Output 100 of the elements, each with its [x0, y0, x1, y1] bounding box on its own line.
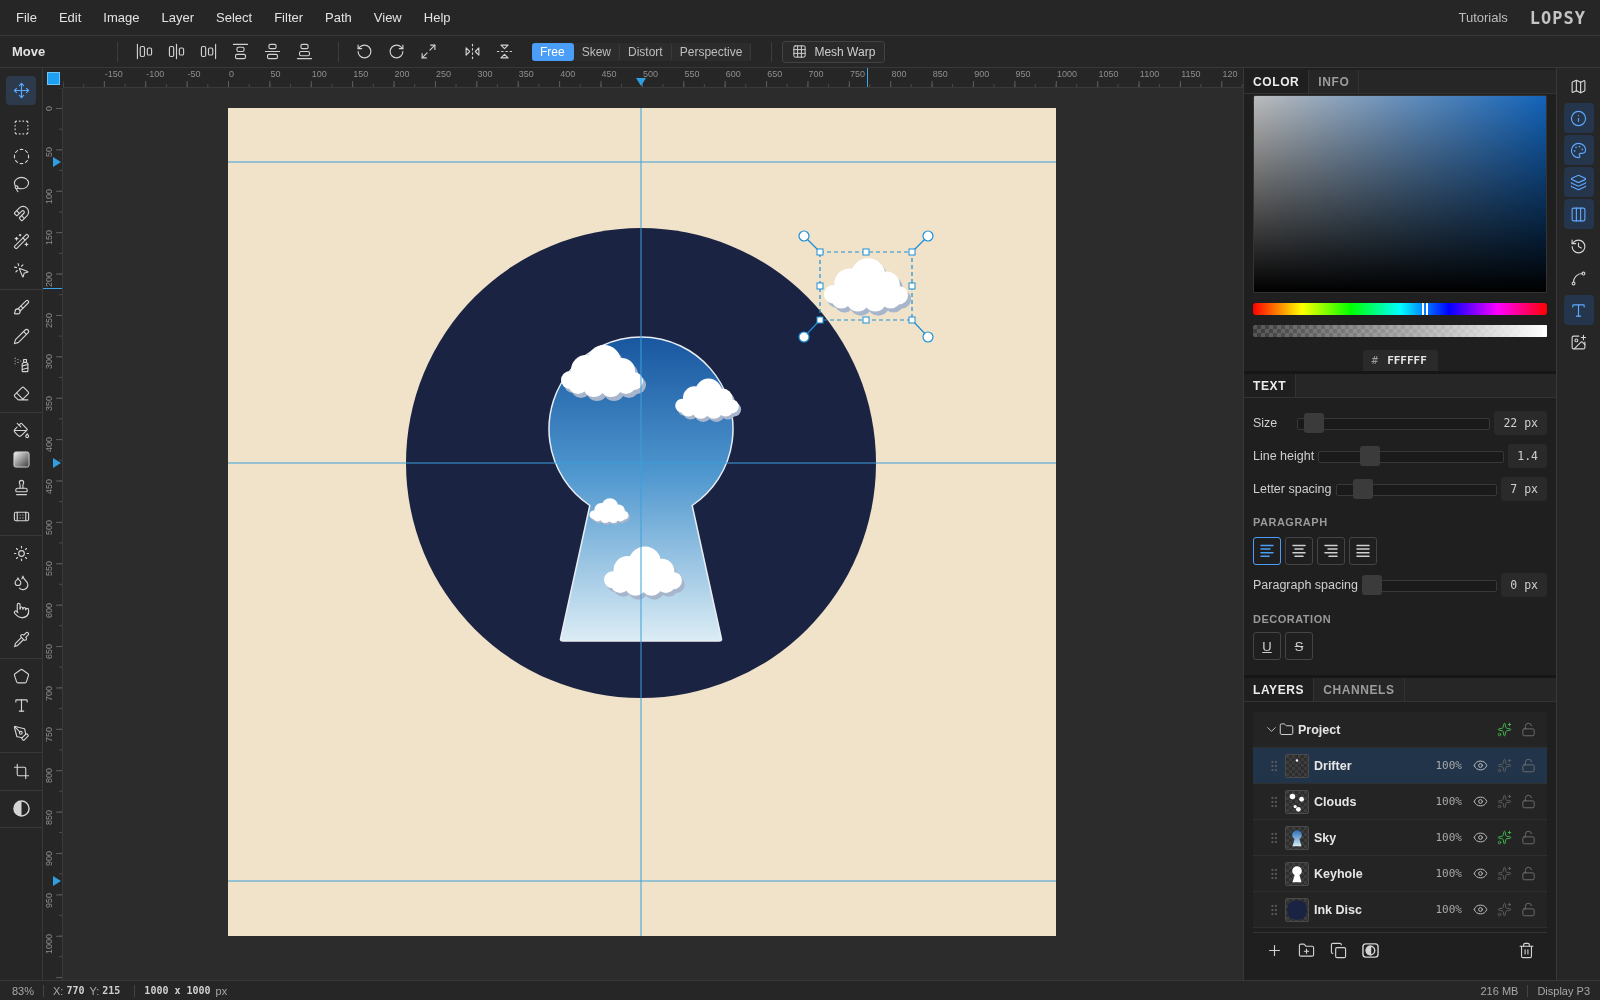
layer-opacity: 100%	[1435, 831, 1462, 844]
panel-tab[interactable]: TEXT	[1244, 374, 1297, 397]
ruler-number: 850	[932, 69, 948, 80]
panel-tab[interactable]: COLOR	[1244, 70, 1310, 93]
layer-thumbnail-icon	[1285, 789, 1309, 814]
sun-icon	[12, 545, 30, 563]
menu-item[interactable]: Image	[103, 7, 140, 28]
mode-tab[interactable]: Perspective	[671, 42, 752, 61]
slider-track[interactable]	[1361, 575, 1498, 595]
setting-label: Line height	[1253, 449, 1315, 463]
layer-row[interactable]: Ink Disc 100%	[1253, 892, 1547, 928]
slider-thumb[interactable]	[1352, 479, 1373, 499]
transform-box[interactable]	[798, 230, 934, 343]
eraser-icon	[12, 384, 30, 402]
alignment-button[interactable]	[1349, 537, 1377, 565]
menu-item[interactable]: Filter	[274, 7, 304, 28]
slider-track[interactable]	[1297, 413, 1491, 433]
hex-field[interactable]: # FFFFFF	[1362, 350, 1438, 371]
menu-item[interactable]: Path	[325, 7, 352, 28]
ruler-number: 750	[44, 727, 55, 743]
menu-item[interactable]: Edit	[58, 7, 82, 28]
alignment-button[interactable]	[1317, 537, 1345, 565]
open-lock-icon	[1520, 722, 1536, 737]
hue-thumb[interactable]	[1421, 303, 1428, 315]
value-field[interactable]: 1.4	[1508, 444, 1547, 468]
move-icon	[12, 81, 30, 99]
alpha-slider[interactable]	[1253, 325, 1547, 337]
panel-toggle[interactable]	[1563, 103, 1594, 133]
slider-track[interactable]	[1335, 479, 1498, 499]
panel-tab[interactable]: INFO	[1309, 70, 1360, 93]
paint-bucket-icon	[12, 422, 30, 440]
guide-marker-icon[interactable]	[53, 458, 61, 468]
tutorials-link[interactable]: Tutorials	[1458, 10, 1508, 25]
menu-item[interactable]: View	[373, 7, 402, 28]
justify-text-icon	[1355, 544, 1371, 558]
menu-item[interactable]: Layer	[161, 7, 195, 28]
layer-row[interactable]: Clouds 100%	[1253, 784, 1547, 820]
alignment-button[interactable]	[1285, 537, 1313, 565]
hex-value: FFFFFF	[1387, 354, 1427, 367]
color-field[interactable]	[1253, 95, 1547, 293]
layer-thumbnail-icon	[1285, 897, 1309, 922]
menu-item[interactable]: Select	[216, 7, 253, 28]
hue-slider[interactable]	[1253, 303, 1547, 315]
panel-toggle[interactable]	[1563, 167, 1594, 197]
menu-item[interactable]: Help	[423, 7, 451, 28]
stamp-icon	[12, 479, 30, 497]
mesh-warp-button[interactable]: Mesh Warp	[782, 40, 886, 63]
align-top-icon	[231, 43, 249, 60]
menu-item[interactable]: File	[16, 7, 37, 28]
value-field[interactable]: 0 px	[1501, 573, 1547, 597]
tool-button[interactable]	[6, 76, 36, 105]
canvas-dimensions: 1000 x 1000	[144, 985, 211, 996]
slider-thumb[interactable]	[1359, 446, 1380, 466]
layer-name: Sky	[1314, 830, 1338, 845]
eye-icon	[1472, 758, 1488, 773]
slider-thumb[interactable]	[1361, 575, 1382, 595]
magic-wand-icon	[12, 233, 30, 251]
guide-line[interactable]	[227, 462, 1057, 464]
mode-tab[interactable]: Distort	[620, 42, 672, 61]
ruler-number: 450	[44, 478, 55, 494]
value-field[interactable]: 22 px	[1494, 411, 1547, 435]
ruler-number: 450	[601, 69, 617, 80]
history-icon	[1570, 237, 1587, 255]
value-field[interactable]: 7 px	[1501, 477, 1547, 501]
ruler-number: 0	[229, 69, 234, 80]
ruler-number: 50	[270, 69, 281, 80]
alignment-button[interactable]	[1253, 537, 1281, 565]
strikethrough-button[interactable]: S	[1285, 632, 1313, 660]
ruler-number: -100	[146, 69, 165, 80]
guide-marker-icon[interactable]	[53, 157, 61, 167]
panel-toggle[interactable]	[1563, 135, 1594, 165]
underline-button[interactable]: U	[1253, 632, 1281, 660]
ruler-number: 950	[44, 892, 55, 908]
section-heading: DECORATION	[1253, 612, 1333, 626]
layer-row[interactable]: Drifter 100%	[1253, 748, 1547, 784]
ruler-number: 500	[643, 69, 659, 80]
eye-icon	[1472, 794, 1488, 809]
panel-tab[interactable]: LAYERS	[1244, 678, 1315, 701]
trash-icon	[1517, 942, 1535, 959]
color-swatch-icon[interactable]	[46, 71, 60, 85]
ruler-number: 750	[850, 69, 866, 80]
align-center-icon	[167, 43, 185, 60]
ruler-number: 500	[44, 520, 55, 536]
panel-tab[interactable]: CHANNELS	[1314, 678, 1405, 701]
guide-marker-icon[interactable]	[53, 876, 61, 886]
panel-toggle[interactable]	[1563, 295, 1594, 325]
layer-row[interactable]: Keyhole 100%	[1253, 856, 1547, 892]
rotate-left-icon	[355, 43, 373, 60]
dashed-rectangle-icon	[12, 119, 30, 137]
guide-marker-icon[interactable]	[636, 78, 646, 86]
slider-thumb[interactable]	[1303, 413, 1324, 433]
guide-line[interactable]	[640, 107, 642, 937]
panel-toggle[interactable]	[1563, 199, 1594, 229]
alpha-thumb[interactable]	[1543, 325, 1547, 337]
layer-row[interactable]: Sky 100%	[1253, 820, 1547, 856]
image-plus-icon	[1570, 333, 1587, 351]
align-text-right-icon	[1323, 544, 1339, 558]
slider-track[interactable]	[1318, 446, 1505, 466]
mode-tab[interactable]: Skew	[573, 42, 621, 61]
layer-name: Drifter	[1314, 758, 1353, 773]
